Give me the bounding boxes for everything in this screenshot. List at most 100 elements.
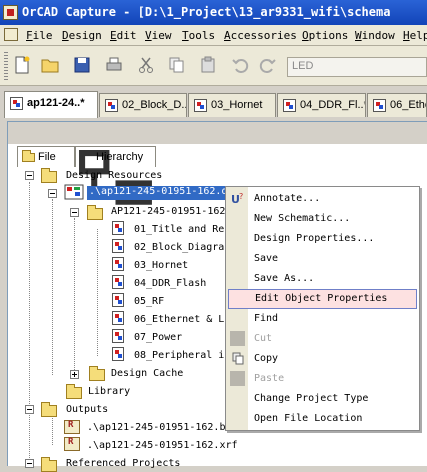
svg-text:?: ? (239, 192, 243, 201)
menu-view[interactable]: View (145, 29, 172, 42)
menu-item-label: Save (254, 253, 279, 264)
tree-page[interactable]: 04_DDR_Flash (134, 278, 206, 289)
tree-output-file[interactable]: .\ap121-245-01951-162.xrf (87, 440, 238, 451)
schematic-page-icon (112, 257, 124, 271)
tree-referenced-projects[interactable]: Referenced Projects (66, 458, 180, 469)
toolbar: LED (0, 46, 427, 86)
schematic-page-icon (283, 99, 296, 112)
tree-page[interactable]: 06_Ethernet & L (134, 314, 226, 325)
schematic-page-icon (112, 275, 124, 289)
cut-disabled-icon (230, 331, 245, 346)
new-file-icon[interactable] (12, 55, 32, 75)
folder-icon (66, 384, 82, 399)
tree-schematic-folder[interactable]: AP121-245-01951-162 (111, 206, 225, 217)
folder-icon (41, 457, 57, 472)
title-bar: OrCAD Capture - [D:\1_Project\13_ar9331_… (0, 0, 427, 25)
tab-label: 03_Hornet (211, 99, 263, 111)
collapse-toggle[interactable] (70, 208, 79, 217)
tree-page[interactable]: 05_RF (134, 296, 164, 307)
menu-item-edit-object-properties[interactable]: Edit Object Properties (228, 289, 417, 309)
window-title: OrCAD Capture - [D:\1_Project\13_ar9331_… (22, 5, 391, 19)
menu-item-label: Change Project Type (254, 393, 369, 404)
tree-design-resources[interactable]: Design Resources (66, 170, 162, 181)
schematic-page-icon (194, 99, 207, 112)
menu-options[interactable]: Options (302, 29, 348, 42)
paste-disabled-icon (230, 371, 245, 386)
expand-toggle[interactable] (70, 370, 79, 379)
menu-item-paste[interactable]: Paste (226, 369, 419, 389)
tab-label: ap121-24..* (27, 97, 85, 109)
paste-icon[interactable] (198, 55, 218, 75)
tree-page[interactable]: 07_Power (134, 332, 182, 343)
menu-item-new-schematic[interactable]: New Schematic... (226, 209, 419, 229)
tree-library[interactable]: Library (88, 386, 130, 397)
collapse-toggle[interactable] (48, 189, 57, 198)
tree-design-cache[interactable]: Design Cache (111, 368, 183, 379)
print-icon[interactable] (104, 55, 124, 75)
menu-file[interactable]: File (26, 29, 53, 42)
menu-item-annotate[interactable]: U ? Annotate... (226, 189, 419, 209)
menu-item-label: Design Properties... (254, 233, 375, 244)
design-file-icon (64, 184, 84, 200)
menu-item-save[interactable]: Save (226, 249, 419, 269)
tree-page[interactable]: 03_Hornet (134, 260, 188, 271)
menu-bar: File Design Edit View Tools Accessories … (0, 25, 427, 46)
menu-window[interactable]: Window (355, 29, 395, 42)
save-icon[interactable] (72, 55, 92, 75)
open-folder-icon[interactable] (40, 55, 60, 75)
collapse-toggle[interactable] (25, 171, 34, 180)
collapse-toggle[interactable] (25, 405, 34, 414)
tree-page[interactable]: 08_Peripheral i (134, 350, 226, 361)
folder-icon (89, 366, 105, 381)
schematic-folder-icon (87, 205, 103, 220)
tab-ethernet[interactable]: 06_Ethe (367, 93, 427, 117)
folder-open-icon (41, 168, 57, 183)
orcad-app-icon[interactable] (3, 5, 18, 20)
menu-design[interactable]: Design (62, 29, 102, 42)
tab-hornet[interactable]: 03_Hornet (188, 93, 276, 117)
tree-design-file[interactable]: .\ap121-245-01951-162.dsn (87, 186, 240, 200)
part-combo[interactable]: LED (287, 57, 427, 77)
tree-output-file[interactable]: .\ap121-245-01951-162.b (87, 422, 225, 433)
menu-item-label: Find (254, 313, 279, 324)
tab-label: 04_DDR_Fl..* (300, 99, 366, 111)
menu-item-copy[interactable]: Copy (226, 349, 419, 369)
tab-ap121[interactable]: ap121-24..* (4, 91, 98, 118)
cut-icon[interactable] (136, 55, 156, 75)
menu-item-label: New Schematic... (254, 213, 351, 224)
tree-outputs[interactable]: Outputs (66, 404, 108, 415)
schematic-page-icon (373, 99, 386, 112)
menu-item-label: Open File Location (254, 413, 363, 424)
undo-icon[interactable] (230, 55, 250, 75)
folder-icon (22, 150, 35, 162)
copy-icon (232, 352, 244, 365)
menu-item-open-file-location[interactable]: Open File Location (226, 409, 419, 429)
menu-item-change-project-type[interactable]: Change Project Type (226, 389, 419, 409)
panel-header (8, 122, 427, 144)
menu-help[interactable]: Help (403, 29, 427, 42)
collapse-toggle[interactable] (25, 459, 34, 468)
menu-item-find[interactable]: Find (226, 309, 419, 329)
tree-page[interactable]: 02_Block_Diagra (134, 242, 226, 253)
menu-item-label: Edit Object Properties (255, 293, 388, 304)
tab-ddr-flash[interactable]: 04_DDR_Fl..* (277, 93, 366, 117)
tab-file[interactable]: File (17, 146, 75, 167)
document-tab-strip: ap121-24..* 02_Block_D... 03_Hornet 04_D… (0, 86, 427, 119)
redo-icon[interactable] (258, 55, 278, 75)
menu-item-design-properties[interactable]: Design Properties... (226, 229, 419, 249)
menu-item-save-as[interactable]: Save As... (226, 269, 419, 289)
menu-accessories[interactable]: Accessories (224, 29, 297, 42)
menu-item-cut[interactable]: Cut (226, 329, 419, 349)
toolbar-grip[interactable] (4, 52, 8, 80)
tree-page[interactable]: 01_Title and Re (134, 224, 226, 235)
tab-block-diagram[interactable]: 02_Block_D... (99, 93, 187, 117)
schematic-page-icon (105, 99, 118, 112)
document-menu-icon[interactable] (4, 28, 18, 41)
report-file-icon (64, 420, 80, 434)
report-file-icon (64, 437, 80, 451)
menu-item-label: Paste (254, 373, 285, 384)
menu-edit[interactable]: Edit (110, 29, 137, 42)
menu-tools[interactable]: Tools (182, 29, 215, 42)
tab-hierarchy[interactable]: Hierarchy (75, 146, 156, 205)
copy-icon[interactable] (166, 55, 186, 75)
